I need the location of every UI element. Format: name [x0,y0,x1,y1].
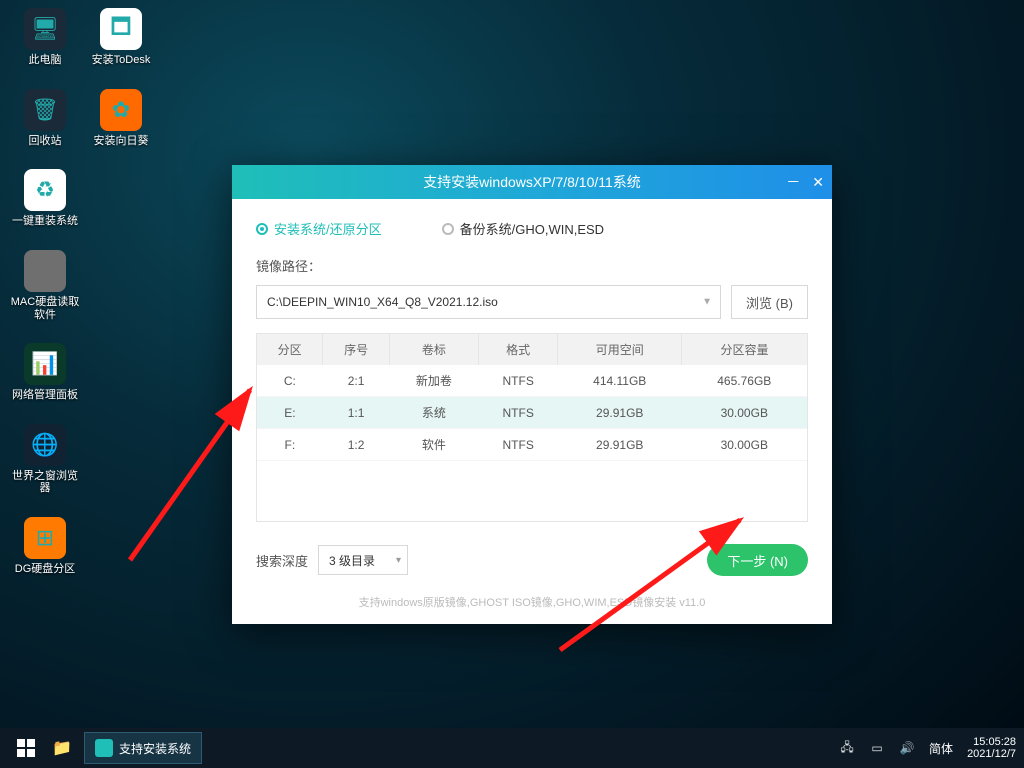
dialog-titlebar[interactable]: 支持安装windowsXP/7/8/10/11系统 － ✕ [232,165,832,199]
path-label: 镜像路径： [256,256,808,275]
column-header: 序号 [323,334,390,365]
cell-seq: 2:1 [323,365,390,397]
cell-vol: 新加卷 [389,365,478,397]
radio-install[interactable]: 安装系统/还原分区 [256,219,382,238]
depth-value: 3 级目录 [329,552,375,569]
cell-seq: 1:2 [323,429,390,461]
explorer-button[interactable]: 📁 [44,732,80,764]
clock-time: 15:05:28 [973,736,1016,748]
cell-total: 30.00GB [682,429,807,461]
dialog-title: 支持安装windowsXP/7/8/10/11系统 [423,172,641,192]
minimize-button[interactable]: － [786,172,800,192]
partition-table: 分区序号卷标格式可用空间分区容量 C:2:1新加卷NTFS414.11GB465… [256,333,808,522]
radio-backup[interactable]: 备份系统/GHO,WIN,ESD [442,219,604,238]
column-header: 格式 [478,334,558,365]
icon-label: 一键重装系统 [12,215,78,228]
column-header: 分区 [257,334,323,365]
icon-label: 安装ToDesk [92,54,151,67]
dialog-footer: 支持windows原版镜像,GHOST ISO镜像,GHO,WIM,ESD镜像安… [256,594,808,610]
cell-fs: NTFS [478,429,558,461]
cell-drive: F: [257,429,323,461]
cell-vol: 系统 [389,397,478,429]
icon-label: MAC硬盘读取软件 [10,296,80,321]
cell-total: 30.00GB [682,397,807,429]
desktop-icon-todesk[interactable]: 🗖 安装ToDesk [86,8,156,67]
chevron-down-icon: ▼ [702,297,712,308]
dg-icon: ⊞ [24,517,66,559]
taskbar-app-label: 支持安装系统 [119,740,191,757]
iso-path-value: C:\DEEPIN_WIN10_X64_Q8_V2021.12.iso [267,295,498,309]
radio-dot-icon [442,223,454,235]
pc-icon: 🖥 [24,8,66,50]
sunflower-icon: ✿ [100,89,142,131]
cell-drive: C: [257,365,323,397]
column-header: 分区容量 [682,334,807,365]
desktop: 🖥 此电脑 🗑 回收站 ♻ 一键重装系统 MAC硬盘读取软件 📊 网络管理面板 🌐 世界之窗浏览器 ⊞… [0,0,1024,728]
icon-label: 网络管理面板 [12,389,78,402]
net-icon: 📊 [24,343,66,385]
desktop-icon-sunflower[interactable]: ✿ 安装向日葵 [86,89,156,148]
mac-icon [24,250,66,292]
recycle-icon: 🗑 [24,89,66,131]
browser-icon: 🌐 [24,424,66,466]
clock-date: 2021/12/7 [967,748,1016,760]
icon-label: 世界之窗浏览器 [10,470,80,495]
desktop-icon-pc[interactable]: 🖥 此电脑 [10,8,80,67]
depth-label: 搜索深度 [256,551,308,570]
close-button[interactable]: ✕ [812,174,824,191]
install-dialog: 支持安装windowsXP/7/8/10/11系统 － ✕ 安装系统/还原分区 … [232,165,832,624]
todesk-icon: 🗖 [100,8,142,50]
cell-total: 465.76GB [682,365,807,397]
cell-free: 29.91GB [558,397,682,429]
system-tray: 🖧 ▭ 🔊 简体 15:05:28 2021/12/7 [839,736,1016,760]
cell-fs: NTFS [478,397,558,429]
ime-indicator[interactable]: 简体 [929,740,953,757]
cell-vol: 软件 [389,429,478,461]
desktop-icon-dg[interactable]: ⊞ DG硬盘分区 [10,517,80,576]
cell-drive: E: [257,397,323,429]
start-button[interactable] [8,732,44,764]
icon-label: 回收站 [29,135,62,148]
depth-select[interactable]: 3 级目录 [318,545,408,575]
volume-icon[interactable]: 🔊 [899,740,915,756]
reinstall-icon: ♻ [24,169,66,211]
desktop-icon-recycle[interactable]: 🗑 回收站 [10,89,80,148]
icon-label: DG硬盘分区 [15,563,76,576]
desktop-icon-reinstall[interactable]: ♻ 一键重装系统 [10,169,80,228]
desktop-icon-mac[interactable]: MAC硬盘读取软件 [10,250,80,321]
cell-free: 414.11GB [558,365,682,397]
table-row[interactable]: E:1:1系统NTFS29.91GB30.00GB [257,397,807,429]
radio-install-label: 安装系统/还原分区 [274,219,382,238]
cell-free: 29.91GB [558,429,682,461]
next-button[interactable]: 下一步 (N) [707,544,808,576]
icon-label: 此电脑 [29,54,62,67]
icon-label: 安装向日葵 [94,135,149,148]
table-row[interactable]: F:1:2软件NTFS29.91GB30.00GB [257,429,807,461]
taskbar: 📁 支持安装系统 🖧 ▭ 🔊 简体 15:05:28 2021/12/7 [0,728,1024,768]
desktop-icon-net[interactable]: 📊 网络管理面板 [10,343,80,402]
app-icon [95,739,113,757]
radio-backup-label: 备份系统/GHO,WIN,ESD [460,219,604,238]
browse-button[interactable]: 浏览 (B) [731,285,808,319]
cell-fs: NTFS [478,365,558,397]
cell-seq: 1:1 [323,397,390,429]
network-icon[interactable]: 🖧 [839,740,855,756]
radio-dot-icon [256,223,268,235]
taskbar-clock[interactable]: 15:05:28 2021/12/7 [967,736,1016,760]
table-row[interactable]: C:2:1新加卷NTFS414.11GB465.76GB [257,365,807,397]
column-header: 可用空间 [558,334,682,365]
column-header: 卷标 [389,334,478,365]
desktop-icon-browser[interactable]: 🌐 世界之窗浏览器 [10,424,80,495]
action-center-icon[interactable]: ▭ [869,740,885,756]
iso-path-dropdown[interactable]: C:\DEEPIN_WIN10_X64_Q8_V2021.12.iso ▼ [256,285,721,319]
taskbar-app[interactable]: 支持安装系统 [84,732,202,764]
